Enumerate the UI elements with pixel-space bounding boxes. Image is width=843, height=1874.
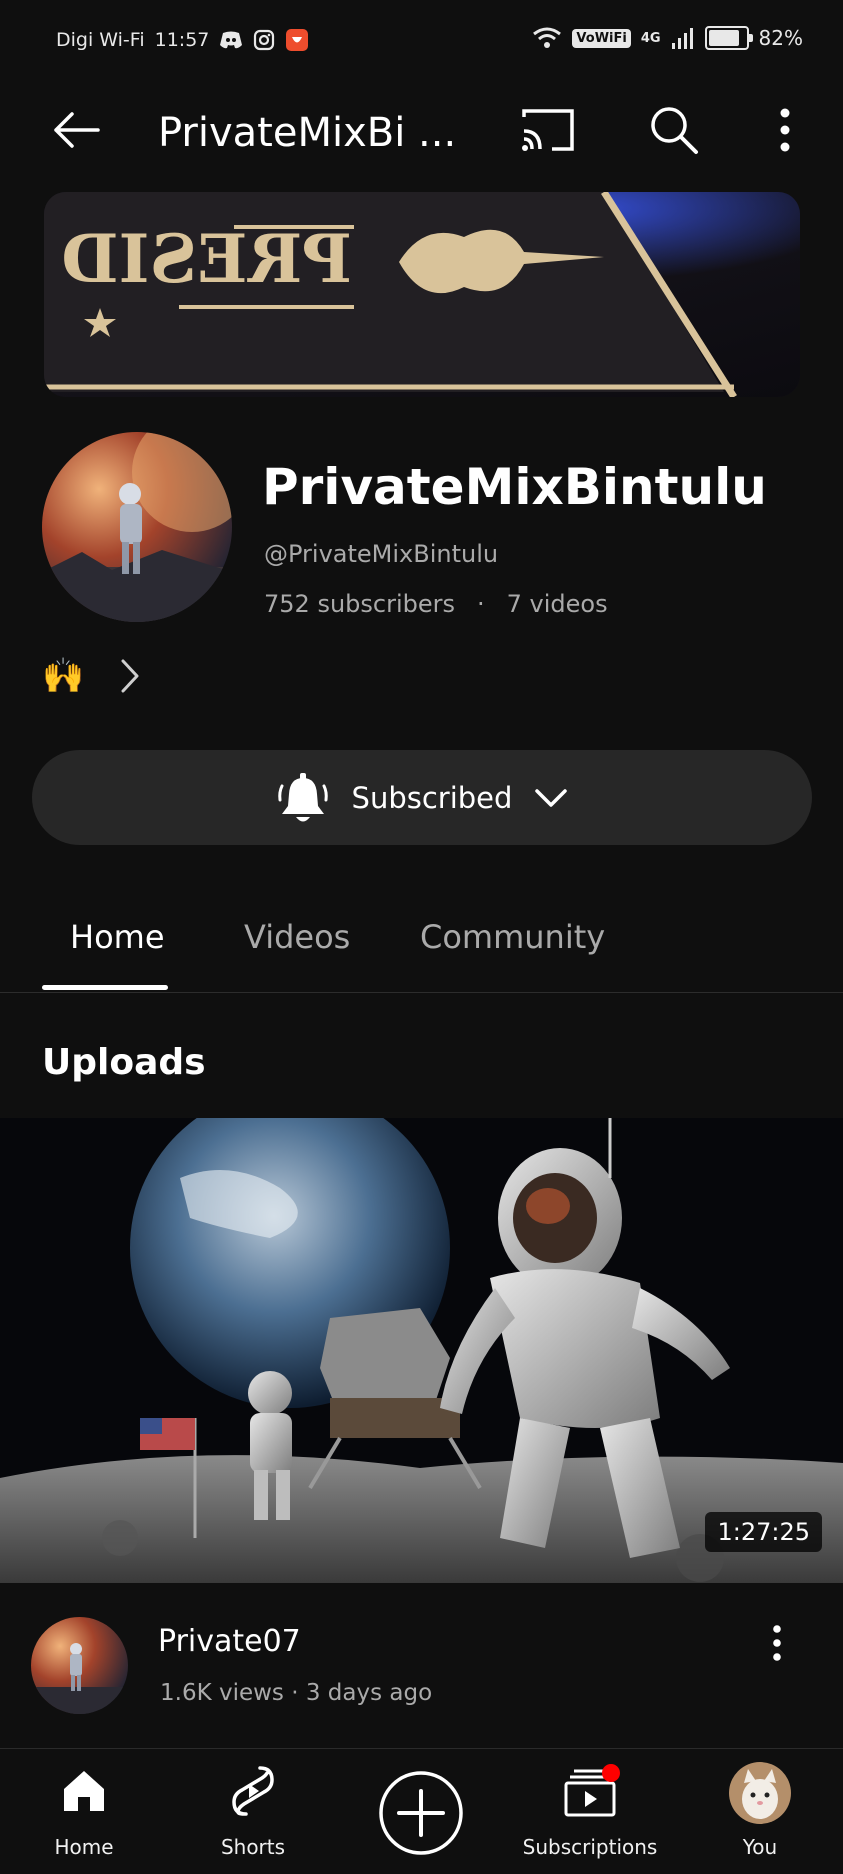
battery-icon [704,26,753,50]
back-arrow-icon [54,112,100,148]
nav-home-label: Home [54,1835,114,1859]
subscriber-count: 752 subscribers [264,590,455,618]
banner-text: PRESID [61,220,352,298]
banner-image: PRESID [44,192,800,397]
stats-separator: · [477,590,485,618]
shorts-icon [232,1766,274,1816]
add-icon [379,1771,463,1855]
cast-icon [522,109,574,151]
video-count: 7 videos [506,590,608,618]
astronaut-avatar-image [42,432,232,622]
status-bar: Digi Wi-Fi 11:57 VoWiFi 4G 82% [0,0,843,90]
video-more-button[interactable] [762,1620,792,1666]
nav-shorts-label: Shorts [220,1835,286,1859]
chevron-down-icon [535,788,568,807]
subscriptions-icon [564,1764,620,1817]
chevron-right-icon [121,659,139,693]
status-left: Digi Wi-Fi 11:57 [56,28,309,52]
cast-button[interactable] [516,102,580,158]
nav-shorts[interactable]: Shorts [193,1749,313,1874]
nav-you-label: You [742,1835,778,1859]
channel-tabs: Home Videos Community [0,900,843,993]
more-vertical-icon [773,1625,781,1661]
clock: 11:57 [154,29,210,51]
active-tab-indicator [42,985,168,990]
channel-description: 🙌 [42,656,85,696]
uploads-heading: Uploads [42,1042,206,1083]
video-channel-avatar[interactable] [31,1617,128,1714]
astronaut-avatar-small-image [31,1617,128,1714]
tab-community[interactable]: Community [420,918,605,956]
channel-description-row[interactable]: 🙌 [42,656,140,696]
carrier-text: Digi Wi-Fi [56,29,145,51]
signal-icon [671,28,693,49]
notification-dot [602,1764,620,1782]
home-icon [64,1771,104,1811]
status-right: VoWiFi 4G 82% [532,26,803,50]
battery-level: 82% [758,26,803,50]
bottom-navigation: Home Shorts Subscriptions You [0,1748,843,1874]
wifi-icon [533,27,562,48]
channel-banner: PRESID [44,192,800,397]
discord-icon [220,31,243,49]
shopee-icon [286,29,309,51]
more-options-button[interactable] [770,100,800,160]
nav-home[interactable]: Home [24,1749,144,1874]
vowifi-badge: VoWiFi [572,28,631,48]
subscribed-label: Subscribed [351,780,513,815]
channel-handle: @PrivateMixBintulu [264,540,499,568]
profile-avatar-icon [729,1762,791,1824]
nav-subscriptions-label: Subscriptions [522,1835,658,1859]
instagram-icon [254,29,275,51]
search-button[interactable] [644,100,704,160]
tab-videos[interactable]: Videos [244,918,350,956]
bell-icon [277,772,328,821]
create-button[interactable] [376,1749,466,1874]
channel-avatar[interactable] [42,432,232,622]
channel-name: PrivateMixBintulu [262,458,767,516]
channel-stats: 752 subscribers · 7 videos [264,590,608,618]
search-icon [651,107,698,154]
video-title[interactable]: Private07 [158,1624,301,1659]
subscribed-button[interactable]: Subscribed [32,750,812,845]
nav-you[interactable]: You [700,1749,820,1874]
tab-home[interactable]: Home [70,918,165,956]
page-title: PrivateMixBi ... [158,110,457,156]
video-duration-badge: 1:27:25 [705,1512,822,1552]
back-button[interactable] [46,100,106,160]
video-meta: 1.6K views · 3 days ago [160,1680,433,1706]
nav-subscriptions[interactable]: Subscriptions [520,1749,660,1874]
network-type: 4G [640,30,661,46]
more-vertical-icon [780,108,790,152]
